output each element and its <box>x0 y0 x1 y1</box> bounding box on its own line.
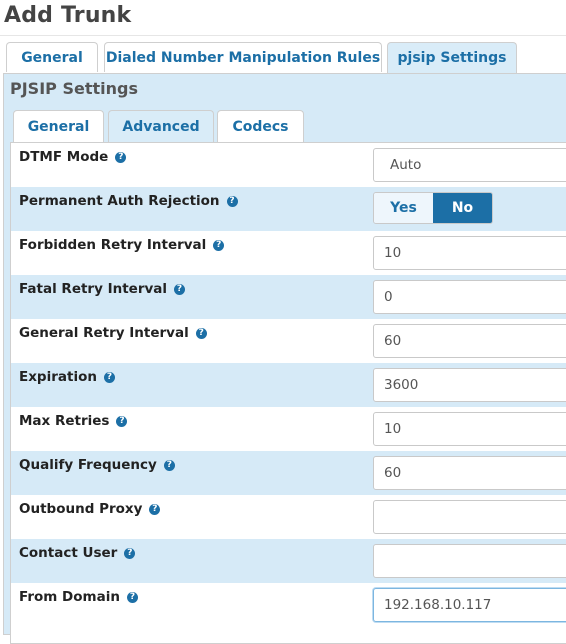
qualify-frequency-text: Qualify Frequency <box>19 457 157 473</box>
from-domain-label: From Domain ? <box>19 589 138 605</box>
max-retries-input[interactable] <box>373 412 566 446</box>
general-retry-interval-text: General Retry Interval <box>19 325 189 341</box>
dtmf-mode-row: DTMF Mode ? Auto <box>11 143 566 187</box>
help-icon[interactable]: ? <box>149 503 161 515</box>
from-domain-text: From Domain <box>19 589 120 605</box>
from-domain-row: From Domain ? <box>11 583 566 623</box>
qualify-frequency-input[interactable] <box>373 456 566 490</box>
fatal-retry-interval-row: Fatal Retry Interval ? <box>11 275 566 319</box>
general-retry-interval-input[interactable] <box>373 324 566 358</box>
no-option[interactable]: No <box>433 193 492 223</box>
dtmf-mode-text: DTMF Mode <box>19 149 109 165</box>
forbidden-retry-interval-input[interactable] <box>373 236 566 270</box>
tab-dialed-number-manipulation-rules[interactable]: Dialed Number Manipulation Rules <box>104 42 382 72</box>
help-icon[interactable]: ? <box>213 239 225 251</box>
qualify-frequency-row: Qualify Frequency ? <box>11 451 566 495</box>
help-icon[interactable]: ? <box>163 459 175 471</box>
max-retries-row: Max Retries ? <box>11 407 566 451</box>
inner-tab-general[interactable]: General <box>13 110 104 142</box>
outbound-proxy-label: Outbound Proxy ? <box>19 501 161 517</box>
contact-user-text: Contact User <box>19 545 118 561</box>
permanent-auth-rejection-label: Permanent Auth Rejection ? <box>19 193 238 209</box>
help-icon[interactable]: ? <box>103 371 115 383</box>
tab-general[interactable]: General <box>6 42 98 72</box>
help-icon[interactable]: ? <box>126 591 138 603</box>
fatal-retry-interval-input[interactable] <box>373 280 566 314</box>
forbidden-retry-interval-row: Forbidden Retry Interval ? <box>11 231 566 275</box>
page-title: Add Trunk <box>4 3 132 28</box>
yes-option[interactable]: Yes <box>374 193 433 223</box>
forbidden-retry-interval-text: Forbidden Retry Interval <box>19 237 207 253</box>
from-domain-input[interactable] <box>373 588 566 622</box>
dtmf-mode-select[interactable]: Auto <box>373 148 566 182</box>
permanent-auth-rejection-toggle: Yes No <box>373 192 493 224</box>
forbidden-retry-interval-label: Forbidden Retry Interval ? <box>19 237 225 253</box>
inner-tab-advanced[interactable]: Advanced <box>108 110 214 143</box>
qualify-frequency-label: Qualify Frequency ? <box>19 457 175 473</box>
help-icon[interactable]: ? <box>174 283 186 295</box>
contact-user-input[interactable] <box>373 544 566 578</box>
pjsip-settings-panel: PJSIP Settings General Advanced Codecs D… <box>3 73 566 644</box>
inner-tab-codecs[interactable]: Codecs <box>217 110 304 142</box>
help-icon[interactable]: ? <box>115 151 127 163</box>
fatal-retry-interval-label: Fatal Retry Interval ? <box>19 281 186 297</box>
tab-pjsip-settings[interactable]: pjsip Settings <box>387 42 517 73</box>
title-divider <box>0 35 566 36</box>
general-retry-interval-label: General Retry Interval ? <box>19 325 207 341</box>
contact-user-row: Contact User ? <box>11 539 566 583</box>
max-retries-label: Max Retries ? <box>19 413 128 429</box>
outbound-proxy-input[interactable] <box>373 500 566 534</box>
expiration-label: Expiration ? <box>19 369 115 385</box>
outbound-proxy-text: Outbound Proxy <box>19 501 143 517</box>
help-icon[interactable]: ? <box>116 415 128 427</box>
contact-user-label: Contact User ? <box>19 545 136 561</box>
expiration-text: Expiration <box>19 369 97 385</box>
help-icon[interactable]: ? <box>124 547 136 559</box>
help-icon[interactable]: ? <box>226 195 238 207</box>
dtmf-mode-label: DTMF Mode ? <box>19 149 127 165</box>
outbound-proxy-row: Outbound Proxy ? <box>11 495 566 539</box>
expiration-input[interactable] <box>373 368 566 402</box>
general-retry-interval-row: General Retry Interval ? <box>11 319 566 363</box>
panel-title: PJSIP Settings <box>10 79 138 98</box>
fatal-retry-interval-text: Fatal Retry Interval <box>19 281 168 297</box>
permanent-auth-rejection-row: Permanent Auth Rejection ? Yes No <box>11 187 566 231</box>
expiration-row: Expiration ? <box>11 363 566 407</box>
help-icon[interactable]: ? <box>195 327 207 339</box>
advanced-settings-form: DTMF Mode ? Auto Permanent Auth Rejectio… <box>10 142 566 644</box>
max-retries-text: Max Retries <box>19 413 110 429</box>
permanent-auth-rejection-text: Permanent Auth Rejection <box>19 193 220 209</box>
